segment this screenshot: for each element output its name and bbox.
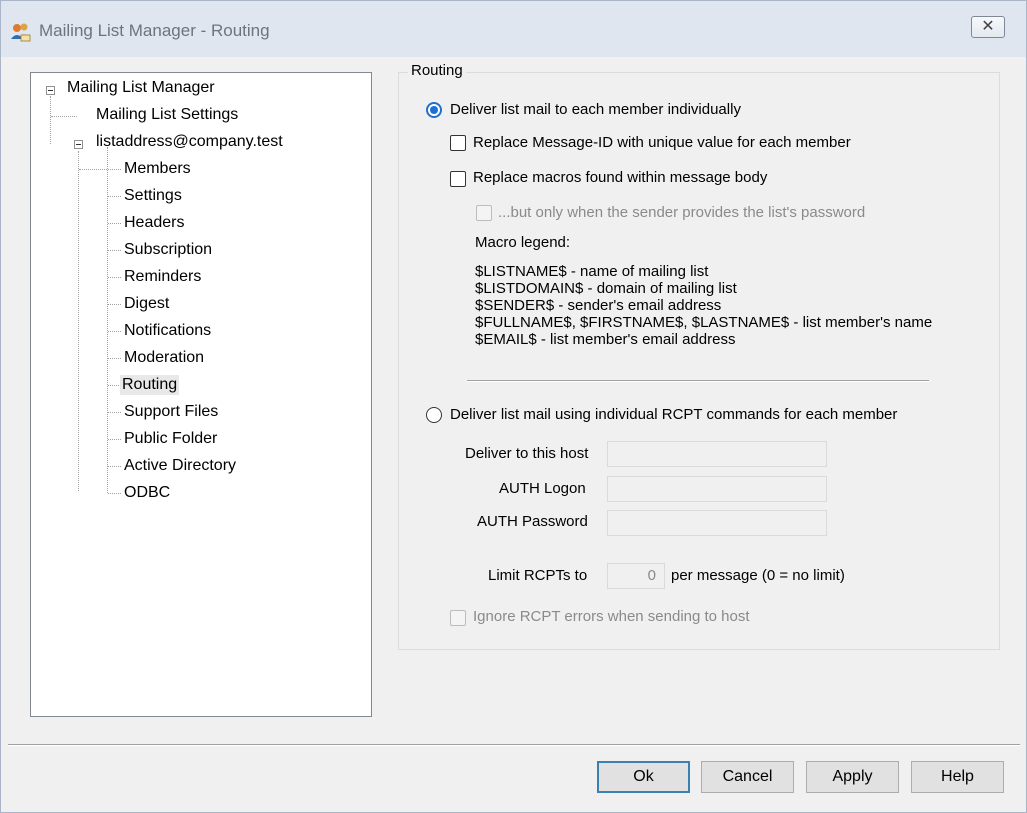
tree-line [108, 439, 121, 440]
close-button[interactable]: ✕ [971, 16, 1005, 38]
tree-item-reminders[interactable]: Reminders [122, 267, 203, 287]
macro-legend-line: $EMAIL$ - list member's email address [475, 331, 736, 348]
auth-password-label: AUTH Password [477, 513, 588, 530]
mailing-list-icon [11, 23, 31, 42]
replace-message-id-checkbox[interactable] [450, 135, 466, 151]
tree-item-subscription[interactable]: Subscription [122, 240, 214, 260]
auth-logon-input[interactable] [607, 476, 827, 502]
replace-message-id-label[interactable]: Replace Message-ID with unique value for… [473, 134, 851, 151]
tree-item-routing[interactable]: Routing [120, 375, 180, 395]
tree-item-odbc[interactable]: ODBC [122, 483, 172, 503]
limit-rcpts-suffix: per message (0 = no limit) [671, 567, 845, 584]
deliver-individually-radio[interactable] [426, 102, 442, 118]
tree-line [108, 466, 121, 467]
title-bar: Mailing List Manager - Routing ✕ [1, 1, 1026, 57]
tree-item-public-folder[interactable]: Public Folder [122, 429, 219, 449]
macro-legend-line: $SENDER$ - sender's email address [475, 297, 722, 314]
tree-line [108, 304, 121, 305]
tree-line [108, 277, 121, 278]
collapse-icon[interactable] [46, 86, 55, 95]
apply-button[interactable]: Apply [806, 761, 899, 793]
tree-item-moderation[interactable]: Moderation [122, 348, 206, 368]
ok-button[interactable]: Ok [597, 761, 690, 793]
help-button[interactable]: Help [911, 761, 1004, 793]
footer-divider [8, 744, 1020, 746]
tree-line [108, 358, 121, 359]
limit-rcpts-label: Limit RCPTs to [488, 567, 588, 584]
tree-line [51, 116, 77, 117]
tree-item-list-address[interactable]: listaddress@company.test [94, 132, 285, 152]
macro-legend-line: $LISTDOMAIN$ - domain of mailing list [475, 280, 737, 297]
tree-item-notifications[interactable]: Notifications [122, 321, 213, 341]
routing-group-label: Routing [408, 62, 466, 79]
tree-item-members[interactable]: Members [122, 159, 193, 179]
tree-line [108, 412, 121, 413]
routing-group [398, 72, 1000, 650]
tree-line [50, 96, 51, 144]
tree-item-digest[interactable]: Digest [122, 294, 171, 314]
navigation-tree[interactable]: Mailing List Manager Mailing List Settin… [30, 72, 372, 717]
close-icon: ✕ [981, 18, 995, 35]
macro-legend-line: $FULLNAME$, $FIRSTNAME$, $LASTNAME$ - li… [475, 314, 933, 331]
tree-line [108, 250, 121, 251]
tree-item-root[interactable]: Mailing List Manager [65, 78, 217, 98]
tree-line [108, 331, 121, 332]
macro-legend-label: Macro legend: [475, 234, 571, 251]
host-label: Deliver to this host [465, 445, 589, 462]
tree-line [108, 196, 121, 197]
replace-macros-checkbox[interactable] [450, 171, 466, 187]
tree-line [108, 493, 121, 494]
macro-legend-line: $LISTNAME$ - name of mailing list [475, 263, 709, 280]
cancel-button[interactable]: Cancel [701, 761, 794, 793]
deliver-rcpt-radio[interactable] [426, 407, 442, 423]
tree-item-active-directory[interactable]: Active Directory [122, 456, 238, 476]
auth-password-input[interactable] [607, 510, 827, 536]
tree-line [79, 169, 121, 170]
auth-logon-label: AUTH Logon [499, 480, 586, 497]
limit-rcpts-input[interactable]: 0 [607, 563, 665, 589]
deliver-individually-label[interactable]: Deliver list mail to each member individ… [450, 101, 741, 118]
window-title: Mailing List Manager - Routing [39, 21, 270, 40]
tree-item-settings[interactable]: Settings [122, 186, 184, 206]
collapse-icon[interactable] [74, 140, 83, 149]
tree-item-headers[interactable]: Headers [122, 213, 186, 233]
tree-line [108, 223, 121, 224]
ignore-rcpt-errors-checkbox[interactable] [450, 610, 466, 626]
dialog-window: Mailing List Manager - Routing ✕ Mailing… [0, 0, 1027, 813]
tree-item-mailing-list-settings[interactable]: Mailing List Settings [94, 105, 240, 125]
only-with-password-checkbox[interactable] [476, 205, 492, 221]
replace-macros-label[interactable]: Replace macros found within message body [473, 169, 767, 186]
tree-item-support-files[interactable]: Support Files [122, 402, 220, 422]
ignore-rcpt-errors-label[interactable]: Ignore RCPT errors when sending to host [473, 608, 750, 625]
section-divider [467, 380, 929, 382]
tree-line [78, 151, 79, 491]
tree-line [107, 147, 108, 493]
deliver-rcpt-label[interactable]: Deliver list mail using individual RCPT … [450, 406, 897, 423]
only-with-password-label[interactable]: ...but only when the sender provides the… [498, 204, 865, 221]
host-input[interactable] [607, 441, 827, 467]
